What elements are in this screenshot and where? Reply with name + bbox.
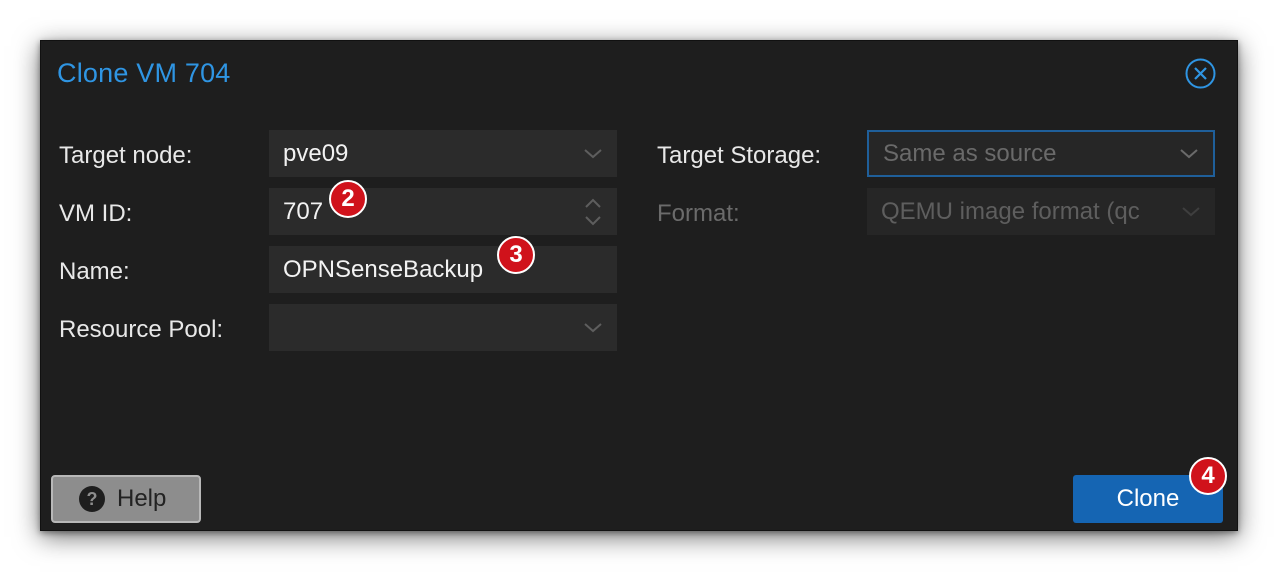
target-node-value: pve09 [283, 139, 349, 167]
chevron-down-icon[interactable] [583, 318, 603, 338]
chevron-down-icon[interactable] [583, 144, 603, 164]
target-node-label: Target node: [59, 142, 193, 169]
name-value: OPNSenseBackup [283, 255, 484, 283]
target-storage-select[interactable]: Same as source [867, 130, 1215, 177]
chevron-down-icon[interactable] [1179, 144, 1199, 164]
format-label: Format: [657, 200, 740, 227]
chevron-down-icon [1181, 202, 1201, 222]
dialog-title: Clone VM 704 [57, 58, 231, 88]
name-input[interactable]: OPNSenseBackup [269, 246, 617, 293]
resource-pool-select[interactable] [269, 304, 617, 351]
vm-id-input[interactable]: 707 [269, 188, 617, 235]
target-node-select[interactable]: pve09 [269, 130, 617, 177]
vm-id-value: 707 [283, 197, 324, 225]
help-button[interactable]: ? Help [51, 475, 201, 523]
name-label: Name: [59, 258, 130, 285]
annotation-badge-3: 3 [497, 236, 535, 274]
target-storage-placeholder: Same as source [883, 139, 1057, 167]
target-storage-label: Target Storage: [657, 142, 822, 169]
vm-id-label: VM ID: [59, 200, 133, 227]
format-select: QEMU image format (qc [867, 188, 1215, 235]
annotation-badge-4: 4 [1189, 457, 1227, 495]
close-icon[interactable] [1185, 58, 1216, 89]
clone-vm-dialog: Clone VM 704 Target node: pve09 VM ID: 7… [40, 40, 1238, 531]
question-circle-icon: ? [79, 486, 105, 512]
clone-button-label: Clone [1116, 485, 1180, 512]
spinner-icon[interactable] [583, 195, 603, 229]
format-placeholder: QEMU image format (qc [881, 197, 1140, 225]
resource-pool-label: Resource Pool: [59, 316, 224, 343]
annotation-badge-2: 2 [329, 180, 367, 218]
help-button-label: Help [117, 485, 167, 512]
